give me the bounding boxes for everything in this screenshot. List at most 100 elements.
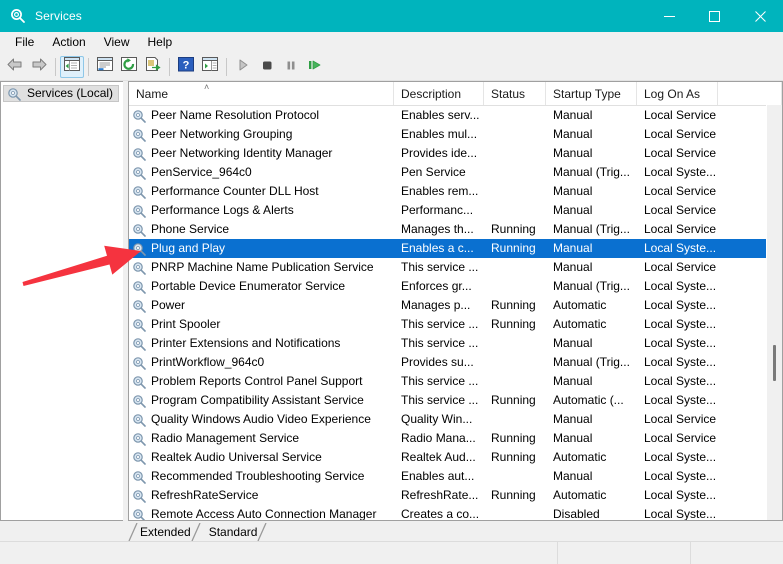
- services-list-rows: Peer Name Resolution ProtocolEnables ser…: [129, 106, 767, 520]
- help-button[interactable]: ?: [174, 56, 198, 78]
- service-name-label: Program Compatibility Assistant Service: [151, 391, 364, 410]
- services-gear-icon: [10, 8, 26, 24]
- cell-desc: Radio Mana...: [394, 429, 484, 448]
- table-row[interactable]: Peer Networking Identity ManagerProvides…: [129, 144, 767, 163]
- refresh-button[interactable]: [117, 56, 141, 78]
- cell-logon: Local Syste...: [637, 505, 718, 520]
- tab-standard[interactable]: Standard: [197, 523, 264, 541]
- back-button[interactable]: [3, 56, 27, 78]
- table-row[interactable]: PenService_964c0Pen ServiceManual (Trig.…: [129, 163, 767, 182]
- service-gear-icon: [132, 204, 147, 218]
- table-row[interactable]: PrintWorkflow_964c0Provides su...Manual …: [129, 353, 767, 372]
- cell-name: Print Spooler: [129, 315, 394, 334]
- table-row[interactable]: Peer Name Resolution ProtocolEnables ser…: [129, 106, 767, 125]
- service-name-label: Remote Access Auto Connection Manager: [151, 505, 376, 520]
- table-row[interactable]: Phone ServiceManages th...RunningManual …: [129, 220, 767, 239]
- cell-status: Running: [484, 448, 546, 467]
- service-name-label: Peer Networking Identity Manager: [151, 144, 332, 163]
- properties-button[interactable]: [93, 56, 117, 78]
- menu-help[interactable]: Help: [139, 33, 182, 53]
- cell-name: Performance Logs & Alerts: [129, 201, 394, 220]
- pause-service-button[interactable]: [279, 56, 303, 78]
- table-row[interactable]: Problem Reports Control Panel SupportThi…: [129, 372, 767, 391]
- tab-extended[interactable]: Extended: [128, 523, 197, 541]
- cell-status: [484, 467, 546, 486]
- cell-status: Running: [484, 239, 546, 258]
- close-button[interactable]: [737, 0, 783, 32]
- service-gear-icon: [132, 451, 147, 465]
- table-row[interactable]: Performance Logs & AlertsPerformanc...Ma…: [129, 201, 767, 220]
- table-row-selected[interactable]: Plug and PlayEnables a c...RunningManual…: [129, 239, 767, 258]
- scrollbar-thumb[interactable]: [773, 345, 776, 381]
- cell-status: [484, 182, 546, 201]
- cell-desc: Creates a co...: [394, 505, 484, 520]
- table-row[interactable]: Print SpoolerThis service ...RunningAuto…: [129, 315, 767, 334]
- service-name-label: Peer Networking Grouping: [151, 125, 292, 144]
- table-row[interactable]: Radio Management ServiceRadio Mana...Run…: [129, 429, 767, 448]
- cell-logon: Local Service: [637, 201, 718, 220]
- cell-status: Running: [484, 220, 546, 239]
- table-row[interactable]: Peer Networking GroupingEnables mul...Ma…: [129, 125, 767, 144]
- table-row[interactable]: PowerManages p...RunningAutomaticLocal S…: [129, 296, 767, 315]
- column-header-label: Description: [401, 87, 461, 101]
- cell-desc: Performanc...: [394, 201, 484, 220]
- table-row[interactable]: Quality Windows Audio Video ExperienceQu…: [129, 410, 767, 429]
- table-row[interactable]: Realtek Audio Universal ServiceRealtek A…: [129, 448, 767, 467]
- service-gear-icon: [132, 470, 147, 484]
- cell-name: Problem Reports Control Panel Support: [129, 372, 394, 391]
- tree-node-services-local[interactable]: Services (Local): [3, 85, 119, 102]
- menu-file[interactable]: File: [6, 33, 43, 53]
- cell-desc: Quality Win...: [394, 410, 484, 429]
- cell-status: [484, 144, 546, 163]
- cell-startup: Manual: [546, 106, 637, 125]
- column-header-startup[interactable]: Startup Type: [546, 82, 637, 105]
- cell-name: Peer Networking Identity Manager: [129, 144, 394, 163]
- table-row[interactable]: PNRP Machine Name Publication ServiceThi…: [129, 258, 767, 277]
- table-row[interactable]: RefreshRateServiceRefreshRate...RunningA…: [129, 486, 767, 505]
- service-name-label: Realtek Audio Universal Service: [151, 448, 322, 467]
- column-header-label: Name: [136, 87, 168, 101]
- column-header-status[interactable]: Status: [484, 82, 546, 105]
- minimize-button[interactable]: [647, 0, 692, 32]
- stop-service-button[interactable]: [255, 56, 279, 78]
- maximize-button[interactable]: [692, 0, 737, 32]
- cell-name: PNRP Machine Name Publication Service: [129, 258, 394, 277]
- cell-status: Running: [484, 315, 546, 334]
- show-action-pane-button[interactable]: [198, 56, 222, 78]
- table-row[interactable]: Recommended Troubleshooting ServiceEnabl…: [129, 467, 767, 486]
- cell-logon: Local Syste...: [637, 467, 718, 486]
- cell-status: [484, 353, 546, 372]
- column-header-label: Startup Type: [553, 87, 621, 101]
- table-row[interactable]: Program Compatibility Assistant ServiceT…: [129, 391, 767, 410]
- cell-desc: Manages th...: [394, 220, 484, 239]
- window-controls: [647, 0, 783, 32]
- column-header-label: Log On As: [644, 87, 700, 101]
- table-row[interactable]: Portable Device Enumerator ServiceEnforc…: [129, 277, 767, 296]
- start-service-button[interactable]: [231, 56, 255, 78]
- table-row[interactable]: Performance Counter DLL HostEnables rem.…: [129, 182, 767, 201]
- column-header-logon[interactable]: Log On As: [637, 82, 718, 105]
- service-name-label: Plug and Play: [151, 239, 225, 258]
- menu-action[interactable]: Action: [43, 33, 94, 53]
- table-row[interactable]: Printer Extensions and NotificationsThis…: [129, 334, 767, 353]
- service-gear-icon: [132, 147, 147, 161]
- cell-name: Phone Service: [129, 220, 394, 239]
- cell-desc: Enables aut...: [394, 467, 484, 486]
- export-list-button[interactable]: [141, 56, 165, 78]
- content-area: Services (Local) Name˄ Description Status S…: [0, 81, 783, 521]
- services-window: Services File Action View Help: [0, 0, 783, 564]
- cell-startup: Manual: [546, 429, 637, 448]
- menu-view[interactable]: View: [95, 33, 139, 53]
- cell-startup: Automatic (...: [546, 391, 637, 410]
- column-header-name[interactable]: Name˄: [129, 82, 394, 105]
- service-gear-icon: [132, 166, 147, 180]
- cell-startup: Manual: [546, 467, 637, 486]
- cell-name: Remote Access Auto Connection Manager: [129, 505, 394, 520]
- table-row[interactable]: Remote Access Auto Connection Manager Cre…: [129, 505, 767, 520]
- show-hide-tree-button[interactable]: [60, 56, 84, 78]
- restart-service-button[interactable]: [303, 56, 327, 78]
- vertical-scrollbar[interactable]: [766, 105, 782, 520]
- forward-button[interactable]: [27, 56, 51, 78]
- column-header-desc[interactable]: Description: [394, 82, 484, 105]
- cell-logon: Local Syste...: [637, 486, 718, 505]
